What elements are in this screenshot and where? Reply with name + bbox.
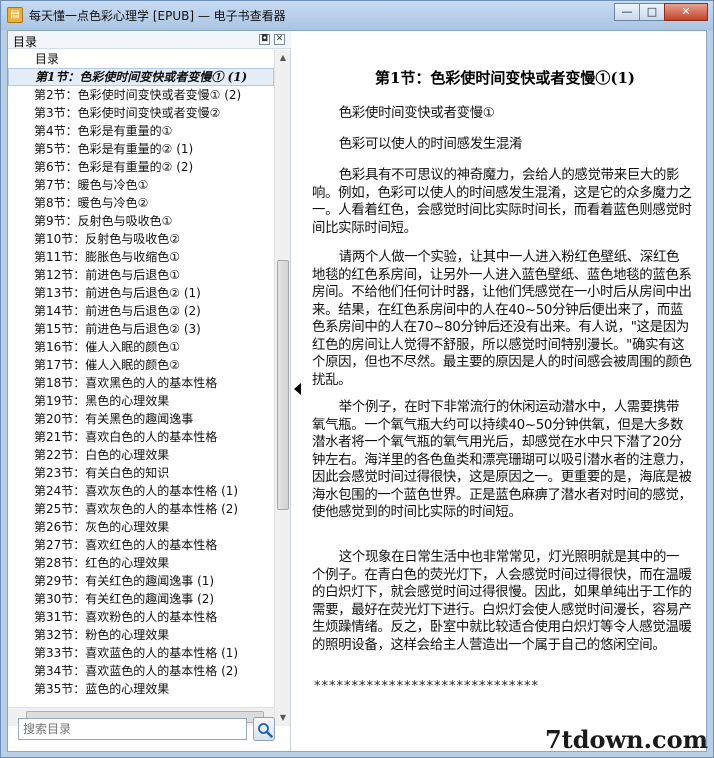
toc-item[interactable]: 第8节：暖色与冷色② [8, 194, 274, 212]
toc-search-button[interactable] [253, 717, 275, 741]
toc-item[interactable]: 第15节：前进色与后退色② (3) [8, 320, 274, 338]
toc-item[interactable]: 第5节：色彩是有重量的② (1) [8, 140, 274, 158]
toc-vertical-scrollbar[interactable]: ▲ ▼ [274, 50, 290, 726]
toc-search-input[interactable] [18, 718, 247, 740]
search-icon [258, 723, 273, 738]
toc-item[interactable]: 第34节：喜欢蓝色的人的基本性格 (2) [8, 662, 274, 680]
scroll-up-icon[interactable]: ▲ [275, 50, 291, 66]
window-controls: — □ ✕ [614, 3, 708, 21]
toc-item[interactable]: 第35节：蓝色的心理效果 [8, 680, 274, 698]
toc-item[interactable]: 第13节：前进色与后退色② (1) [8, 284, 274, 302]
toc-item[interactable]: 第24节：喜欢灰色的人的基本性格 (1) [8, 482, 274, 500]
reader-pane: 第1节：色彩使时间变快或者变慢①(1) 色彩使时间变快或者变慢① 色彩可以使人的… [308, 31, 702, 751]
toc-item[interactable]: 第29节：有关红色的趣闻逸事 (1) [8, 572, 274, 590]
toc-item[interactable]: 第32节：粉色的心理效果 [8, 626, 274, 644]
toc-item[interactable]: 第11节：膨胀色与收缩色① [8, 248, 274, 266]
toc-item[interactable]: 第4节：色彩是有重量的① [8, 122, 274, 140]
toc-item[interactable]: 第27节：喜欢红色的人的基本性格 [8, 536, 274, 554]
toc-item[interactable]: 第26节：灰色的心理效果 [8, 518, 274, 536]
toc-header: 目录 ◘ ✕ [8, 31, 291, 49]
toc-header-label: 目录 [13, 35, 38, 49]
title-bar[interactable]: ▤ 每天懂一点色彩心理学 [EPUB] — 电子书查看器 — □ ✕ [1, 1, 713, 30]
app-window: ▤ 每天懂一点色彩心理学 [EPUB] — 电子书查看器 — □ ✕ 目录 ◘ … [0, 0, 714, 758]
paragraph: 色彩使时间变快或者变慢① [338, 106, 495, 121]
toc-item[interactable]: 第7节：暖色与冷色① [8, 176, 274, 194]
paragraph: 色彩具有不可思议的神奇魔力，会给人的感觉带来巨大的影响。例如，色彩可以使人的时间… [312, 168, 692, 236]
minimize-button[interactable]: — [614, 3, 640, 21]
toc-item[interactable]: 第14节：前进色与后退色② (2) [8, 302, 274, 320]
paragraph: 这个现象在日常生活中也非常常见，灯光照明就是其中的一个例子。在青白色的荧光灯下，… [312, 550, 692, 653]
toc-item[interactable]: 第10节：反射色与吸收色② [8, 230, 274, 248]
toc-sidebar: 目录 ◘ ✕ 目录 第1节：色彩使时间变快或者变慢① (1) 第2节：色彩使时间变… [8, 31, 291, 751]
chapter-title: 第1节：色彩使时间变快或者变慢①(1) [374, 69, 636, 87]
toc-item[interactable]: 第9节：反射色与吸收色① [8, 212, 274, 230]
toc-item[interactable]: 第16节：催人入眠的颜色① [8, 338, 274, 356]
close-panel-icon[interactable]: ✕ [274, 34, 285, 45]
close-button[interactable]: ✕ [664, 3, 708, 21]
toc-item[interactable]: 第33节：喜欢蓝色的人的基本性格 (1) [8, 644, 274, 662]
scroll-thumb[interactable] [277, 260, 289, 510]
paragraph: 请两个人做一个实验，让其中一人进入粉红色壁纸、深红色地毯的红色系房间，让另外一人… [312, 250, 692, 388]
watermark: 7tdown.com [544, 725, 708, 754]
toc-item[interactable]: 第23节：有关白色的知识 [8, 464, 274, 482]
paragraph: 举个例子，在时下非常流行的休闲运动潜水中，人需要携带氧气瓶。一个氧气瓶大约可以持… [312, 400, 692, 520]
scroll-down-icon[interactable]: ▼ [275, 710, 291, 726]
toc-tree: 目录 第1节：色彩使时间变快或者变慢① (1) 第2节：色彩使时间变快或者变慢① … [8, 50, 274, 707]
collapse-sidebar-arrow-icon[interactable] [294, 383, 301, 395]
toc-item[interactable]: 第12节：前进色与后退色① [8, 266, 274, 284]
maximize-button[interactable]: □ [639, 3, 665, 21]
toc-item-selected[interactable]: 第1节：色彩使时间变快或者变慢① (1) [8, 68, 274, 86]
toc-item[interactable]: 第2节：色彩使时间变快或者变慢① (2) [8, 86, 274, 104]
window-title: 每天懂一点色彩心理学 [EPUB] — 电子书查看器 [29, 9, 286, 23]
toc-item[interactable]: 第17节：催人入眠的颜色② [8, 356, 274, 374]
separator-line: ****************************** [314, 679, 539, 694]
toc-item[interactable]: 第25节：喜欢灰色的人的基本性格 (2) [8, 500, 274, 518]
toc-item[interactable]: 第20节：有关黑色的趣闻逸事 [8, 410, 274, 428]
float-panel-icon[interactable]: ◘ [259, 34, 270, 45]
toc-item[interactable]: 第31节：喜欢粉色的人的基本性格 [8, 608, 274, 626]
toc-list: 第1节：色彩使时间变快或者变慢① (1) 第2节：色彩使时间变快或者变慢① (2)… [8, 68, 274, 698]
toc-item[interactable]: 第28节：红色的心理效果 [8, 554, 274, 572]
toc-item[interactable]: 第22节：白色的心理效果 [8, 446, 274, 464]
paragraph: 色彩可以使人的时间感发生混淆 [338, 137, 523, 152]
toc-root[interactable]: 目录 [8, 50, 274, 68]
book-app-icon: ▤ [7, 7, 23, 23]
toc-item[interactable]: 第18节：喜欢黑色的人的基本性格 [8, 374, 274, 392]
toc-item[interactable]: 第30节：有关红色的趣闻逸事 (2) [8, 590, 274, 608]
toc-item[interactable]: 第21节：喜欢白色的人的基本性格 [8, 428, 274, 446]
toc-item[interactable]: 第19节：黑色的心理效果 [8, 392, 274, 410]
client-area: 目录 ◘ ✕ 目录 第1节：色彩使时间变快或者变慢① (1) 第2节：色彩使时间变… [7, 30, 707, 752]
toc-item[interactable]: 第3节：色彩使时间变快或者变慢② [8, 104, 274, 122]
toc-item[interactable]: 第6节：色彩是有重量的② (2) [8, 158, 274, 176]
